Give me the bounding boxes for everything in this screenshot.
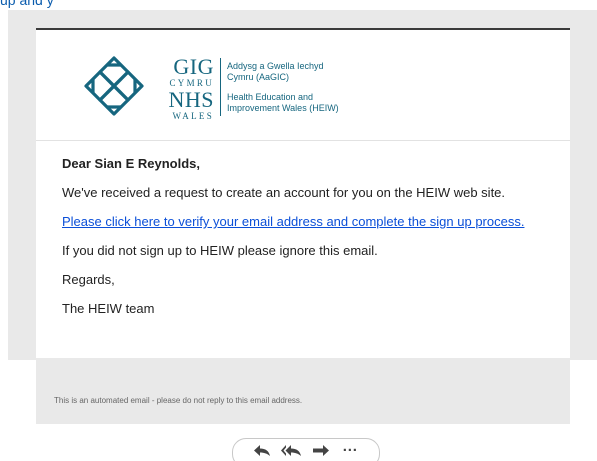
signature-text: The HEIW team <box>62 301 155 316</box>
logo-gig: GIG <box>173 54 214 79</box>
verify-email-link[interactable]: Please click here to verify your email a… <box>62 214 524 229</box>
logo-wordmark: GIG CYMRU NHS WALES <box>154 56 214 122</box>
email-view: up and y GIG CYMRU NHS WALES Addysg a Gw… <box>0 0 597 461</box>
email-header: GIG CYMRU NHS WALES Addysg a Gwella Iech… <box>36 30 570 141</box>
message-action-bar: ··· <box>232 438 380 461</box>
email-footer: This is an automated email - please do n… <box>36 358 570 424</box>
regards-text: Regards, <box>62 272 115 287</box>
email-card: GIG CYMRU NHS WALES Addysg a Gwella Iech… <box>36 28 570 358</box>
logo-divider <box>220 58 221 116</box>
forward-icon <box>312 445 329 456</box>
logo-wales: WALES <box>172 111 214 121</box>
email-body: Dear Sian E Reynolds, We've received a r… <box>36 141 570 316</box>
logo-english-line-2: Improvement Wales (HEIW) <box>227 103 339 113</box>
more-icon: ··· <box>342 442 358 459</box>
reply-button[interactable] <box>250 443 274 459</box>
body-line-request: We've received a request to create an ac… <box>62 185 506 200</box>
previous-message-link-fragment[interactable]: up and y <box>0 0 54 8</box>
reply-all-button[interactable] <box>279 443 303 459</box>
logo-organisation-text: Addysg a Gwella Iechyd Cymru (AaGIC) Hea… <box>227 61 339 114</box>
logo-welsh-line-1: Addysg a Gwella Iechyd <box>227 61 324 71</box>
more-actions-button[interactable]: ··· <box>338 443 362 459</box>
reply-icon <box>253 445 270 456</box>
reply-all-icon <box>281 445 302 456</box>
logo-welsh-line-2: Cymru (AaGIC) <box>227 72 290 82</box>
greeting: Dear Sian E Reynolds, <box>62 156 200 171</box>
logo-nhs: NHS <box>168 87 214 112</box>
automated-email-notice: This is an automated email - please do n… <box>54 396 303 405</box>
body-line-ignore: If you did not sign up to HEIW please ig… <box>62 243 378 258</box>
forward-button[interactable] <box>309 443 333 459</box>
nhs-wales-knot-logo-icon <box>84 56 144 116</box>
logo-english-line-1: Health Education and <box>227 92 314 102</box>
